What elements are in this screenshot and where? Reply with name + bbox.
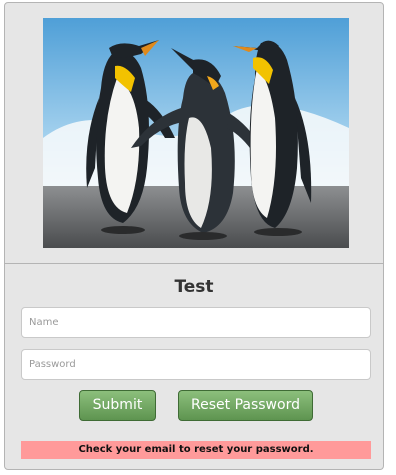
reset-password-button[interactable]: Reset Password [178,390,313,421]
status-message: Check your email to reset your password. [21,441,371,459]
login-card: Test Submit Reset Password Check your em… [4,2,384,470]
submit-button[interactable]: Submit [79,390,156,421]
penguins-photo [43,18,349,248]
password-input[interactable] [21,349,371,380]
name-input[interactable] [21,307,371,338]
form-title: Test [174,277,214,297]
section-divider [5,263,383,264]
